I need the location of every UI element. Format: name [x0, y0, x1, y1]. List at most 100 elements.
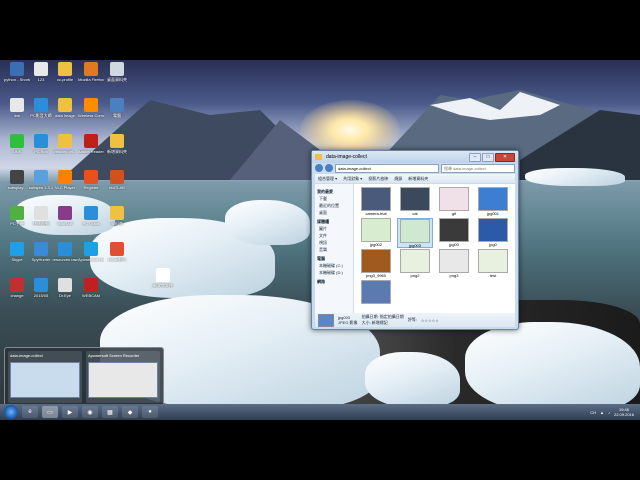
desktop-icon[interactable]: 2015/05	[28, 278, 54, 298]
desktop-icon[interactable]: VLC Player	[52, 170, 78, 190]
desktop-icon[interactable]: Register	[78, 170, 104, 190]
file-item[interactable]	[358, 280, 394, 310]
file-item[interactable]: png2	[397, 249, 433, 279]
photo-icon[interactable]: ▦	[102, 406, 118, 418]
address-bar: data-image-collect 搜尋 data-image-collect	[315, 164, 515, 173]
desktop-icon[interactable]: subspro 1.3.1	[28, 170, 54, 190]
toolbar-button[interactable]: 共用對象 ▾	[343, 174, 362, 183]
desktop-icon[interactable]: 123	[28, 62, 54, 82]
nav-item[interactable]: 桌面	[315, 209, 353, 216]
file-item[interactable]: jpg001	[475, 187, 511, 217]
nav-item[interactable]: 本機磁碟 (D:)	[315, 269, 353, 276]
file-item[interactable]: png3	[436, 249, 472, 279]
address-path[interactable]: data-image-collect	[335, 164, 439, 173]
desktop-icon[interactable]: resources raw	[52, 242, 78, 262]
file-list: camera-trial cat gif jpg001 jpg002 jpg003 jpg0…	[354, 184, 515, 313]
desktop-icon[interactable]: MATLAB	[104, 170, 130, 190]
nav-item[interactable]: 本機磁碟 (C:)	[315, 262, 353, 269]
nav-item[interactable]: 我的最愛	[315, 188, 353, 195]
desktop-icon[interactable]: PC手機	[4, 206, 30, 226]
desktop-icon[interactable]: Wireless Connect	[78, 98, 104, 118]
network-icon[interactable]: ▲	[600, 410, 604, 415]
file-item[interactable]: jpg002	[358, 218, 394, 248]
nav-item[interactable]: 網路	[315, 278, 353, 285]
toolbar-button[interactable]: 燒錄	[394, 174, 402, 183]
file-name: gif	[451, 211, 457, 216]
toolbar-button[interactable]: 投影片放映	[368, 174, 388, 183]
window-titlebar[interactable]: data-image-collect – □ ✕	[312, 151, 518, 163]
toolbar-button[interactable]: 新增資料夾	[408, 174, 428, 183]
maximize-button[interactable]: □	[482, 152, 494, 162]
nav-item[interactable]: 下載	[315, 195, 353, 202]
desktop-icon[interactable]: SpyHunter	[28, 242, 54, 262]
desktop-icon[interactable]: Skype	[4, 242, 30, 262]
app-icon	[110, 98, 124, 112]
desktop-icon[interactable]: PC影音大師	[28, 98, 54, 118]
file-item[interactable]: test	[475, 249, 511, 279]
desktop-icon[interactable]: change	[4, 278, 30, 298]
start-button[interactable]	[4, 405, 18, 419]
desktop-icon[interactable]: 資料夾	[104, 206, 130, 226]
file-item[interactable]: cat	[397, 187, 433, 217]
volume-icon[interactable]: ♪	[608, 410, 610, 415]
desktop-icon[interactable]: 快速啟動	[28, 206, 54, 226]
clock[interactable]: 19:46 22.09.2016	[614, 407, 634, 417]
close-button[interactable]: ✕	[495, 152, 515, 162]
file-item[interactable]: gif	[436, 187, 472, 217]
explorer-window[interactable]: data-image-collect – □ ✕ data-image-coll…	[311, 150, 519, 330]
desktop-icon[interactable]: subsplay...	[4, 170, 30, 190]
desktop-icon[interactable]: PC Quick	[78, 206, 104, 226]
media-icon[interactable]: ▶	[62, 406, 78, 418]
desktop-icon[interactable]: LINE	[4, 134, 30, 154]
preview-recorder[interactable]: Apowersoft Screen Recorder	[86, 351, 160, 403]
desktop-icon[interactable]: WEBCAM	[78, 278, 104, 298]
nav-item[interactable]: 文件	[315, 232, 353, 239]
desktop-icon[interactable]: Adobe Reader DC	[78, 134, 104, 154]
file-item[interactable]: jpg003	[397, 218, 433, 248]
language-indicator[interactable]: CH	[590, 410, 596, 415]
nav-item[interactable]: 音樂	[315, 246, 353, 253]
desktop-icon[interactable]: HiNet數位	[104, 242, 130, 262]
desktop-icon[interactable]: data image	[52, 98, 78, 118]
nav-item[interactable]: 電腦	[315, 255, 353, 262]
file-thumbnail	[439, 187, 469, 211]
file-item[interactable]: jpg0	[475, 218, 511, 248]
desktop-icon[interactable]: 新文字文件	[150, 268, 176, 288]
file-item[interactable]: camera-trial	[358, 187, 394, 217]
desktop-icon[interactable]: line	[4, 98, 30, 118]
preview-explorer[interactable]: data-image-collect	[8, 351, 82, 403]
desktop-icon[interactable]: Dr.Eye	[52, 278, 78, 298]
app-icon	[10, 62, 24, 76]
recorder-icon[interactable]: ●	[142, 406, 158, 418]
desktop-icon[interactable]: WinRAR	[52, 206, 78, 226]
app-icon	[10, 242, 24, 256]
forward-button[interactable]	[325, 164, 333, 172]
file-item[interactable]: jpg00	[436, 218, 472, 248]
minimize-button[interactable]: –	[469, 152, 481, 162]
desktop-icon[interactable]: 新增資料夾	[104, 134, 130, 154]
desktop-icon-label: 快速啟動	[33, 221, 49, 226]
desktop-icon[interactable]: velocity-gri...	[52, 134, 78, 154]
nav-item[interactable]: 視訊	[315, 239, 353, 246]
file-item[interactable]: png3_9960	[358, 249, 394, 279]
ie-icon[interactable]: e	[22, 406, 38, 418]
app-icon[interactable]: ◆	[122, 406, 138, 418]
desktop-icon[interactable]: cc-profile	[52, 62, 78, 82]
desktop-icon[interactable]: Apowersoft Recorder	[78, 242, 104, 262]
back-button[interactable]	[315, 164, 323, 172]
desktop-icon[interactable]: PC Box	[28, 134, 54, 154]
taskbar: e ▭ ▶ ◉ ▦ ◆ ● CH ▲ ♪ 19:46 22.09.2016	[0, 404, 640, 420]
nav-item[interactable]: 媒體櫃	[315, 218, 353, 225]
search-input[interactable]: 搜尋 data-image-collect	[441, 164, 515, 173]
folder-icon[interactable]: ▭	[42, 406, 58, 418]
desktop-icon[interactable]: Mozilla Firefox	[78, 62, 104, 82]
nav-item[interactable]: 最近的位置	[315, 202, 353, 209]
app-icon	[58, 170, 72, 184]
desktop-icon[interactable]: python - Shortcut	[4, 62, 30, 82]
desktop-icon[interactable]: 桌面資料夾	[104, 62, 130, 82]
rating-stars[interactable]: ☆☆☆☆☆	[421, 318, 439, 323]
desktop-icon[interactable]: 電腦	[104, 98, 130, 118]
chrome-icon[interactable]: ◉	[82, 406, 98, 418]
nav-item[interactable]: 圖片	[315, 225, 353, 232]
toolbar-button[interactable]: 組合管理 ▾	[318, 174, 337, 183]
